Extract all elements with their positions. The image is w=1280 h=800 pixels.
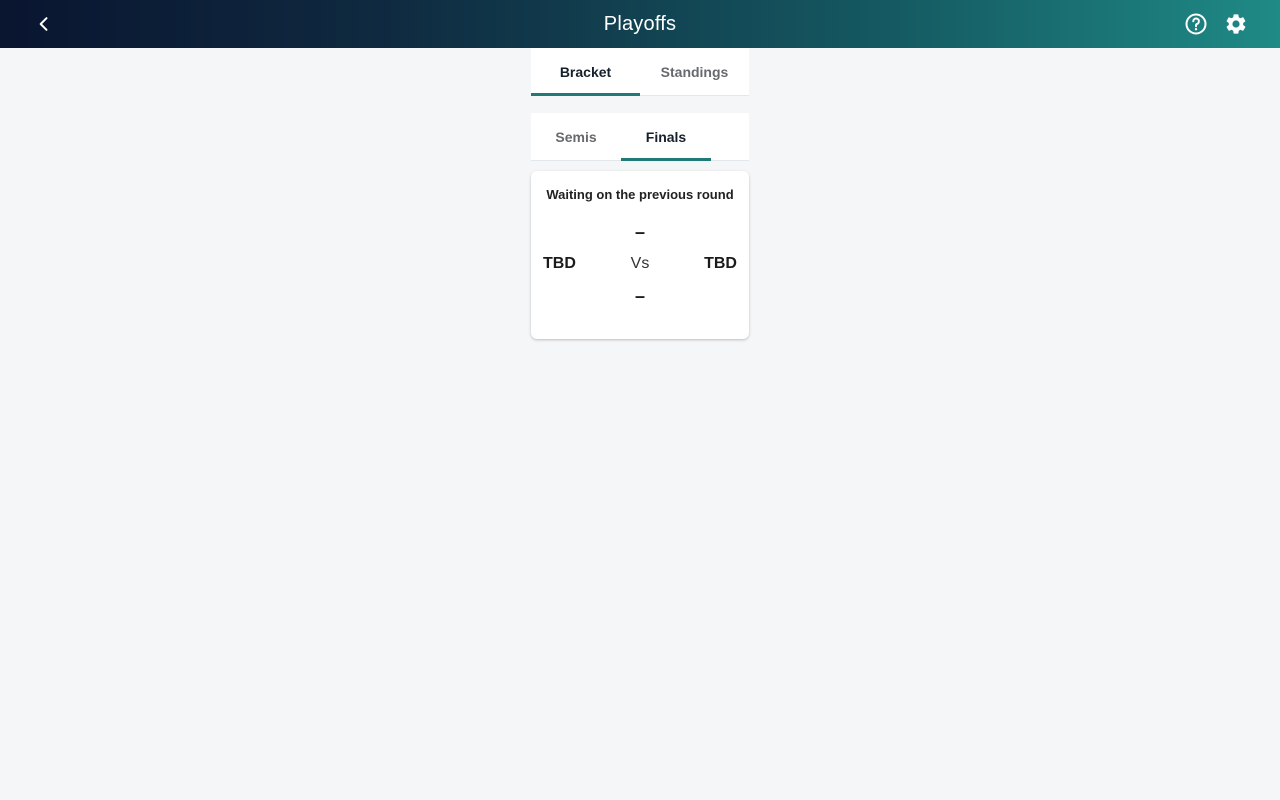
vs-label: Vs — [630, 255, 650, 272]
score-home: – — [634, 222, 645, 242]
help-button[interactable] — [1180, 8, 1212, 40]
tab-semis[interactable]: Semis — [531, 113, 621, 160]
back-button[interactable] — [28, 8, 60, 40]
round-tabs: Semis Finals — [531, 113, 749, 161]
tab-standings[interactable]: Standings — [640, 48, 749, 95]
playoffs-content: Bracket Standings Semis Finals Waiting o… — [531, 48, 749, 339]
tab-finals[interactable]: Finals — [621, 113, 711, 161]
view-tabs: Bracket Standings — [531, 48, 749, 96]
match-status: Waiting on the previous round — [546, 187, 734, 202]
settings-button[interactable] — [1220, 8, 1252, 40]
app-bar: Playoffs — [0, 0, 1280, 48]
score-away: – — [634, 286, 645, 306]
match-card[interactable]: Waiting on the previous round – TBD Vs T… — [531, 171, 749, 339]
team-home: TBD — [543, 255, 576, 272]
tab-bracket[interactable]: Bracket — [531, 48, 640, 96]
header-actions — [1180, 8, 1252, 40]
team-away: TBD — [704, 255, 737, 272]
gear-icon — [1226, 14, 1246, 34]
page-title: Playoffs — [603, 12, 677, 35]
help-circle-icon — [1185, 13, 1207, 35]
chevron-left-icon — [39, 17, 48, 31]
teams-row: TBD Vs TBD — [543, 252, 737, 276]
